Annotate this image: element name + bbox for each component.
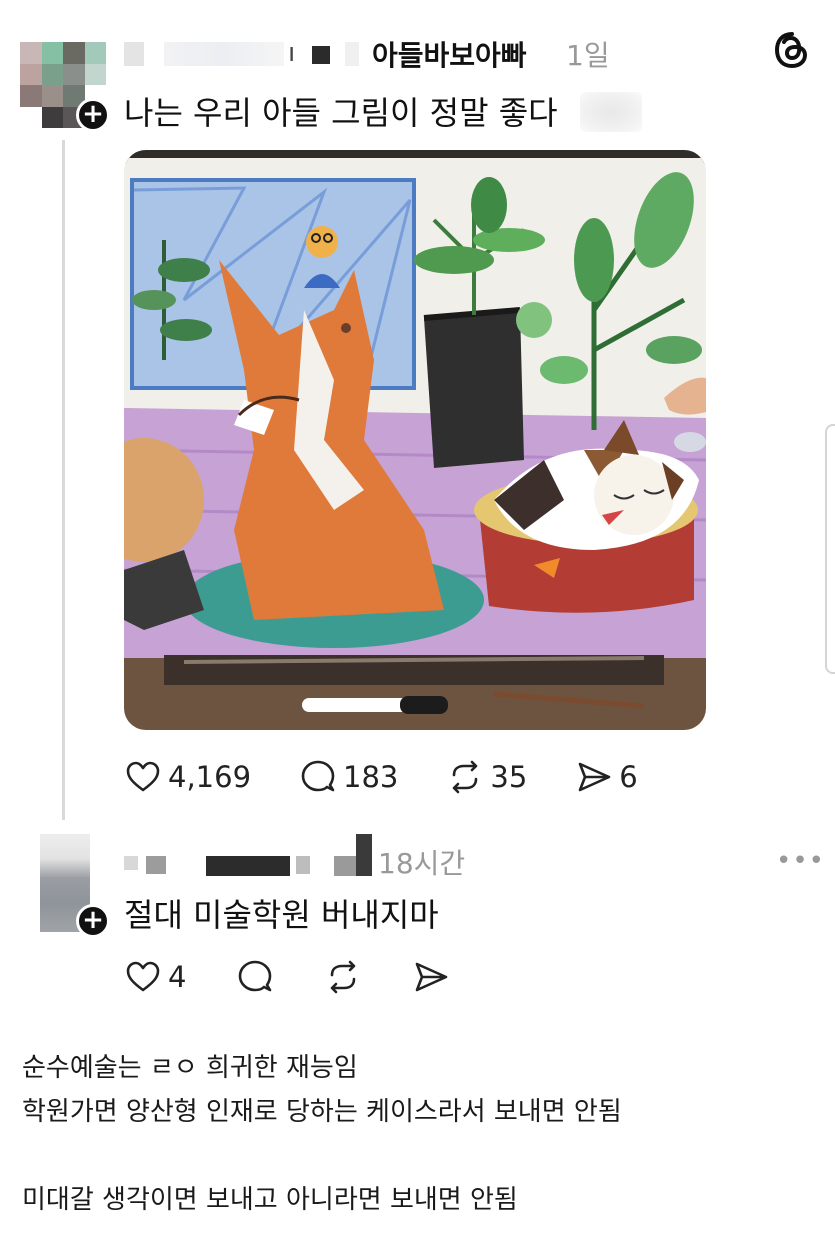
reply-count: 183 xyxy=(343,760,399,794)
blurred-name-part xyxy=(312,46,330,64)
comment-icon[interactable] xyxy=(299,758,337,796)
blurred-name-part xyxy=(296,856,310,874)
blurred-name-part xyxy=(146,856,166,874)
reply-post: + 18시간 ••• 절대 미술학원 버내지마 4 xyxy=(0,820,835,1020)
more-options-icon[interactable]: ••• xyxy=(776,846,825,876)
like-action[interactable]: 4 xyxy=(124,958,186,996)
caption-line: 미대갈 생각이면 보내고 아니라면 보내면 안됨 xyxy=(22,1185,518,1215)
repost-icon[interactable] xyxy=(324,958,362,996)
scrollbar[interactable] xyxy=(825,424,835,674)
author-username[interactable]: 아들바보아빠 xyxy=(372,34,527,74)
post-actions-bar: 4,169 183 35 6 xyxy=(124,758,686,796)
heart-icon[interactable] xyxy=(124,758,162,796)
reply-text: 절대 미술학원 버내지마 xyxy=(124,896,439,934)
follow-plus-icon[interactable]: + xyxy=(76,904,110,938)
blurred-name-part xyxy=(124,856,138,870)
caption-text: 순수예술는 ㄹㅇ 희귀한 재능임 학원가면 양산형 인재로 당하는 케이스라서 … xyxy=(22,1046,622,1222)
reply-action[interactable] xyxy=(236,958,274,996)
blurred-name-part xyxy=(124,42,144,66)
thread-post: + ı 아들바보아빠 1일 나는 우리 아들 그림이 정말 좋다 4,169 1… xyxy=(0,0,835,820)
follow-plus-icon[interactable]: + xyxy=(76,98,110,132)
blurred-name-part xyxy=(345,42,359,66)
like-action[interactable]: 4,169 xyxy=(124,758,251,796)
blurred-name-part xyxy=(206,856,290,876)
like-count: 4,169 xyxy=(168,760,252,794)
share-count: 6 xyxy=(619,760,638,794)
blurred-name-part xyxy=(356,834,372,876)
blurred-emoji xyxy=(580,92,642,132)
thread-connector-line xyxy=(62,140,65,820)
reply-timestamp: 18시간 xyxy=(378,847,466,880)
repost-count: 35 xyxy=(490,760,528,794)
send-icon[interactable] xyxy=(412,958,450,996)
send-icon[interactable] xyxy=(575,758,613,796)
post-text: 나는 우리 아들 그림이 정말 좋다 xyxy=(124,94,558,132)
comment-icon[interactable] xyxy=(236,958,274,996)
post-image-drawing[interactable] xyxy=(124,150,706,730)
drawing-illustration xyxy=(124,150,706,730)
caption-line: 학원가면 양산형 인재로 당하는 케이스라서 보내면 안됨 xyxy=(22,1097,622,1127)
blurred-name-glyph: ı xyxy=(288,38,296,68)
blurred-name-part xyxy=(334,856,356,876)
post-timestamp: 1일 xyxy=(566,39,610,72)
repost-action[interactable] xyxy=(324,958,362,996)
heart-icon[interactable] xyxy=(124,958,162,996)
like-count: 4 xyxy=(168,960,187,994)
repost-action[interactable]: 35 xyxy=(446,758,527,796)
threads-logo-icon[interactable] xyxy=(772,30,812,70)
blurred-name-part xyxy=(164,42,284,66)
reply-actions-bar: 4 xyxy=(124,958,500,996)
caption-line: 순수예술는 ㄹㅇ 희귀한 재능임 xyxy=(22,1053,358,1083)
reply-action[interactable]: 183 xyxy=(299,758,398,796)
share-action[interactable]: 6 xyxy=(575,758,638,796)
repost-icon[interactable] xyxy=(446,758,484,796)
share-action[interactable] xyxy=(412,958,450,996)
